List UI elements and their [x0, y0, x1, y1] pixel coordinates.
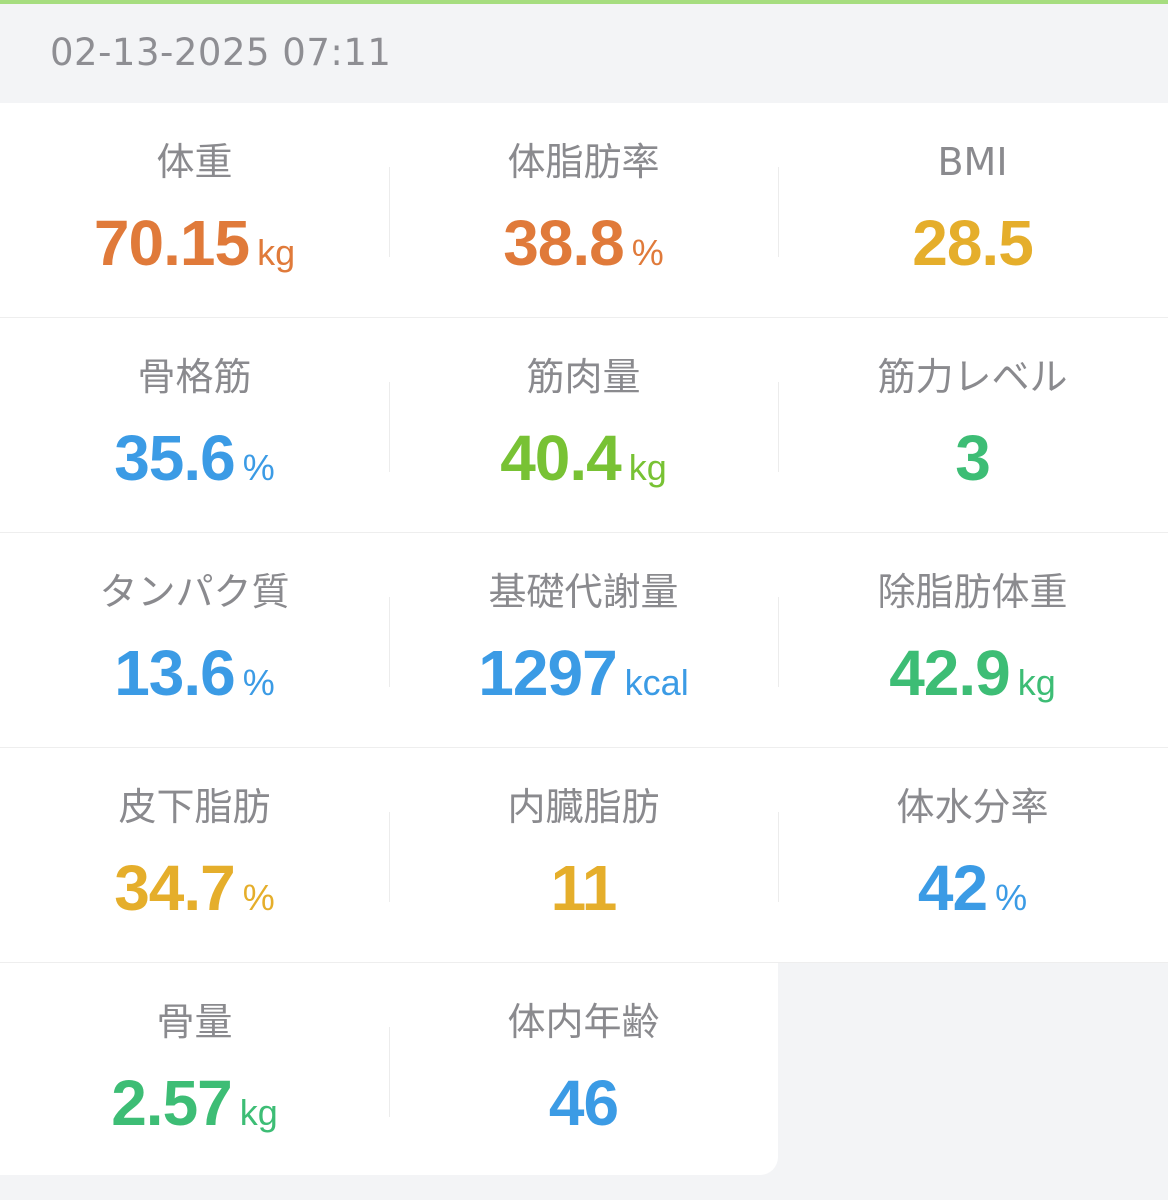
- metric-value: 38.8: [503, 207, 625, 279]
- metrics-row: 体重 70.15 kg 体脂肪率 38.8% BMI 28.5: [0, 103, 1168, 318]
- metric-value: 1297: [478, 637, 617, 709]
- metric-body-age[interactable]: 体内年齢 46: [389, 963, 778, 1177]
- metric-label: タンパク質: [99, 570, 290, 614]
- metric-label: 内臓脂肪: [507, 785, 660, 829]
- metric-body-water-rate[interactable]: 体水分率 42%: [778, 748, 1167, 962]
- metric-value: 28.5: [912, 207, 1034, 279]
- metric-muscle-mass[interactable]: 筋肉量 40.4 kg: [389, 318, 778, 532]
- metric-unit: %: [631, 232, 664, 273]
- metric-label: 筋肉量: [526, 355, 641, 399]
- metric-label: 除脂肪体重: [877, 570, 1068, 614]
- metric-value: 46: [548, 1067, 619, 1139]
- metric-lean-body-mass[interactable]: 除脂肪体重 42.9 kg: [778, 533, 1167, 747]
- metric-value: 70.15: [93, 207, 250, 279]
- metrics-grid: 体重 70.15 kg 体脂肪率 38.8% BMI 28.5 骨格筋 35.6%: [0, 103, 1168, 1175]
- metric-value: 42: [917, 852, 988, 924]
- metric-unit: %: [995, 877, 1028, 918]
- metric-value: 42.9: [889, 637, 1011, 709]
- metric-label: 筋力レベル: [877, 355, 1068, 399]
- metric-unit: kcal: [624, 662, 689, 703]
- metric-label: 皮下脂肪: [118, 785, 271, 829]
- metric-body-fat-rate[interactable]: 体脂肪率 38.8%: [389, 103, 778, 317]
- metrics-row: 皮下脂肪 34.7% 内臓脂肪 11 体水分率 42%: [0, 748, 1168, 963]
- metrics-row: タンパク質 13.6% 基礎代謝量 1297 kcal 除脂肪体重 42.9 kg: [0, 533, 1168, 748]
- metric-unit: kg: [1017, 662, 1056, 703]
- metric-unit: kg: [257, 232, 296, 273]
- metric-value: 34.7: [114, 852, 236, 924]
- measurement-timestamp: 02-13-2025 07:11: [50, 31, 392, 74]
- metric-value: 2.57: [111, 1067, 233, 1139]
- metrics-row: 骨格筋 35.6% 筋肉量 40.4 kg 筋力レベル 3: [0, 318, 1168, 533]
- metric-basal-metabolism[interactable]: 基礎代謝量 1297 kcal: [389, 533, 778, 747]
- metric-value: 35.6: [114, 422, 236, 494]
- metric-visceral-fat[interactable]: 内臓脂肪 11: [389, 748, 778, 962]
- metric-bmi[interactable]: BMI 28.5: [778, 103, 1167, 317]
- metric-value: 3: [955, 422, 991, 494]
- metric-strength-level[interactable]: 筋力レベル 3: [778, 318, 1167, 532]
- metric-unit: kg: [628, 447, 667, 488]
- metric-value: 13.6: [114, 637, 236, 709]
- metric-unit: kg: [239, 1092, 278, 1133]
- metric-skeletal-muscle[interactable]: 骨格筋 35.6%: [0, 318, 389, 532]
- measurement-header: 02-13-2025 07:11: [0, 4, 1168, 103]
- metric-label: BMI: [937, 140, 1008, 184]
- metric-value: 11: [550, 852, 618, 924]
- metric-label: 体重: [156, 140, 233, 184]
- metric-protein[interactable]: タンパク質 13.6%: [0, 533, 389, 747]
- metric-label: 体水分率: [896, 785, 1049, 829]
- metric-label: 体脂肪率: [507, 140, 660, 184]
- metric-label: 骨量: [156, 1000, 233, 1044]
- metric-value: 40.4: [500, 422, 622, 494]
- metric-bone-mass[interactable]: 骨量 2.57 kg: [0, 963, 389, 1177]
- metric-unit: %: [242, 447, 275, 488]
- metrics-row: 骨量 2.57 kg 体内年齢 46: [0, 963, 778, 1175]
- metric-unit: %: [242, 662, 275, 703]
- metric-label: 基礎代謝量: [488, 570, 679, 614]
- metric-weight[interactable]: 体重 70.15 kg: [0, 103, 389, 317]
- metric-unit: %: [242, 877, 275, 918]
- metric-subcutaneous-fat[interactable]: 皮下脂肪 34.7%: [0, 748, 389, 962]
- metric-label: 体内年齢: [507, 1000, 660, 1044]
- metric-label: 骨格筋: [137, 355, 252, 399]
